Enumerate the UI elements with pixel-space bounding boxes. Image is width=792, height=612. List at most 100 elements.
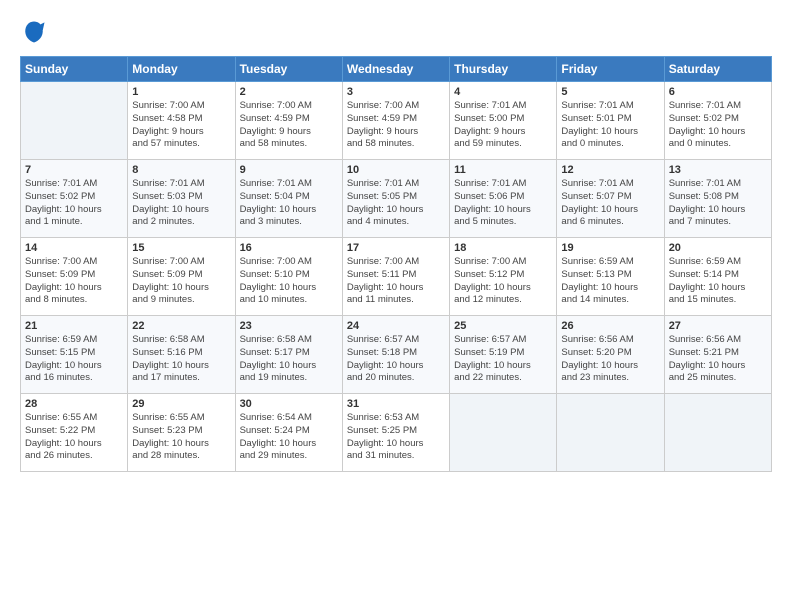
day-number: 31 <box>347 398 445 410</box>
day-number: 24 <box>347 320 445 332</box>
day-info-line: and 17 minutes. <box>132 372 230 385</box>
day-cell: 9Sunrise: 7:01 AMSunset: 5:04 PMDaylight… <box>235 160 342 238</box>
week-row-3: 14Sunrise: 7:00 AMSunset: 5:09 PMDayligh… <box>21 238 772 316</box>
day-info: Sunrise: 7:01 AMSunset: 5:02 PMDaylight:… <box>25 178 123 229</box>
day-info-line: Daylight: 10 hours <box>132 360 230 373</box>
day-cell: 31 Sunrise: 6:53 AMSunset: 5:25 PMDayligh… <box>342 394 449 472</box>
week-row-2: 7Sunrise: 7:01 AMSunset: 5:02 PMDaylight… <box>21 160 772 238</box>
day-number: 12 <box>561 164 659 176</box>
day-info: Sunrise: 6:55 AMSunset: 5:23 PMDaylight:… <box>132 412 230 463</box>
day-info-line: Sunset: 5:17 PM <box>240 347 338 360</box>
day-info-line: Sunset: 5:23 PM <box>132 425 230 438</box>
day-info: Sunrise: 7:00 AMSunset: 5:09 PMDaylight:… <box>132 256 230 307</box>
day-info-line: Sunrise: 7:00 AM <box>454 256 552 269</box>
day-info: Sunrise: 7:00 AMSunset: 4:59 PMDaylight:… <box>347 100 445 151</box>
day-info-line: Daylight: 10 hours <box>454 204 552 217</box>
day-cell: 11Sunrise: 7:01 AMSunset: 5:06 PMDayligh… <box>450 160 557 238</box>
day-cell: 26Sunrise: 6:56 AMSunset: 5:20 PMDayligh… <box>557 316 664 394</box>
logo <box>20 18 52 46</box>
day-info-line: Daylight: 10 hours <box>561 282 659 295</box>
day-number: 19 <box>561 242 659 254</box>
day-info-line: Sunset: 5:16 PM <box>132 347 230 360</box>
day-info-line: Daylight: 10 hours <box>240 360 338 373</box>
day-info-line: Sunrise: 6:59 AM <box>669 256 767 269</box>
day-cell: 12 Sunrise: 7:01 AMSunset: 5:07 PMDayligh… <box>557 160 664 238</box>
day-info-line: Sunrise: 6:55 AM <box>132 412 230 425</box>
day-info-line: and 20 minutes. <box>347 372 445 385</box>
day-info-line: and 3 minutes. <box>240 216 338 229</box>
day-info-line: Daylight: 10 hours <box>240 438 338 451</box>
day-info-line: Daylight: 9 hours <box>347 126 445 139</box>
day-info: Sunrise: 7:00 AMSunset: 4:58 PMDaylight:… <box>132 100 230 151</box>
day-info-line: and 7 minutes. <box>669 216 767 229</box>
day-info-line: Sunrise: 7:00 AM <box>347 100 445 113</box>
day-info-line: and 58 minutes. <box>240 138 338 151</box>
day-info-line: Daylight: 10 hours <box>561 126 659 139</box>
day-cell: 13Sunrise: 7:01 AMSunset: 5:08 PMDayligh… <box>664 160 771 238</box>
col-header-thursday: Thursday <box>450 57 557 82</box>
day-info-line: Sunrise: 7:01 AM <box>454 100 552 113</box>
day-info: Sunrise: 7:00 AMSunset: 5:12 PMDaylight:… <box>454 256 552 307</box>
day-info: Sunrise: 7:01 AMSunset: 5:08 PMDaylight:… <box>669 178 767 229</box>
day-info-line: Sunrise: 6:56 AM <box>669 334 767 347</box>
day-number: 17 <box>347 242 445 254</box>
day-info-line: and 15 minutes. <box>669 294 767 307</box>
day-info: Sunrise: 6:59 AMSunset: 5:15 PMDaylight:… <box>25 334 123 385</box>
day-cell <box>664 394 771 472</box>
day-info-line: Sunrise: 7:00 AM <box>25 256 123 269</box>
day-info-line: Sunrise: 7:01 AM <box>561 100 659 113</box>
day-info-line: Sunrise: 7:00 AM <box>240 100 338 113</box>
day-info-line: Sunrise: 7:01 AM <box>25 178 123 191</box>
day-info: Sunrise: 7:00 AMSunset: 4:59 PMDaylight:… <box>240 100 338 151</box>
day-info-line: and 1 minute. <box>25 216 123 229</box>
day-info-line: and 6 minutes. <box>561 216 659 229</box>
day-info-line: Daylight: 10 hours <box>25 438 123 451</box>
day-info-line: and 0 minutes. <box>669 138 767 151</box>
day-number: 8 <box>132 164 230 176</box>
day-info-line: Sunrise: 6:57 AM <box>347 334 445 347</box>
day-number: 2 <box>240 86 338 98</box>
page: SundayMondayTuesdayWednesdayThursdayFrid… <box>0 0 792 484</box>
day-cell: 30Sunrise: 6:54 AMSunset: 5:24 PMDayligh… <box>235 394 342 472</box>
day-info: Sunrise: 6:59 AMSunset: 5:14 PMDaylight:… <box>669 256 767 307</box>
day-info-line: Sunset: 4:58 PM <box>132 113 230 126</box>
day-cell: 1Sunrise: 7:00 AMSunset: 4:58 PMDaylight… <box>128 82 235 160</box>
day-info-line: Sunset: 5:09 PM <box>25 269 123 282</box>
day-number: 25 <box>454 320 552 332</box>
col-header-saturday: Saturday <box>664 57 771 82</box>
day-info-line: and 0 minutes. <box>561 138 659 151</box>
day-info-line: Sunrise: 6:58 AM <box>132 334 230 347</box>
day-info-line: and 9 minutes. <box>132 294 230 307</box>
day-info-line: Daylight: 10 hours <box>669 360 767 373</box>
day-info-line: Daylight: 10 hours <box>347 438 445 451</box>
day-info-line: Sunrise: 6:58 AM <box>240 334 338 347</box>
week-row-5: 28Sunrise: 6:55 AMSunset: 5:22 PMDayligh… <box>21 394 772 472</box>
day-info-line: Sunset: 5:13 PM <box>561 269 659 282</box>
day-info-line: Sunset: 5:01 PM <box>561 113 659 126</box>
day-info: Sunrise: 6:56 AMSunset: 5:21 PMDaylight:… <box>669 334 767 385</box>
day-info-line: Daylight: 10 hours <box>669 282 767 295</box>
day-info-line: Sunset: 5:04 PM <box>240 191 338 204</box>
day-cell: 22Sunrise: 6:58 AMSunset: 5:16 PMDayligh… <box>128 316 235 394</box>
day-info-line: Daylight: 10 hours <box>454 282 552 295</box>
day-number: 16 <box>240 242 338 254</box>
day-info-line: Sunrise: 7:00 AM <box>240 256 338 269</box>
day-info-line: and 23 minutes. <box>561 372 659 385</box>
day-cell: 5Sunrise: 7:01 AMSunset: 5:01 PMDaylight… <box>557 82 664 160</box>
day-cell <box>21 82 128 160</box>
day-number: 6 <box>669 86 767 98</box>
day-number: 3 <box>347 86 445 98</box>
day-info-line: Sunset: 5:07 PM <box>561 191 659 204</box>
day-info: Sunrise: 7:00 AMSunset: 5:10 PMDaylight:… <box>240 256 338 307</box>
day-info: Sunrise: 6:53 AMSunset: 5:25 PMDaylight:… <box>347 412 445 463</box>
day-cell: 15Sunrise: 7:00 AMSunset: 5:09 PMDayligh… <box>128 238 235 316</box>
day-info: Sunrise: 6:59 AMSunset: 5:13 PMDaylight:… <box>561 256 659 307</box>
day-cell: 25Sunrise: 6:57 AMSunset: 5:19 PMDayligh… <box>450 316 557 394</box>
day-number: 23 <box>240 320 338 332</box>
day-info-line: Sunrise: 7:00 AM <box>132 256 230 269</box>
day-info-line: and 58 minutes. <box>347 138 445 151</box>
day-info: Sunrise: 7:01 AMSunset: 5:02 PMDaylight:… <box>669 100 767 151</box>
col-header-monday: Monday <box>128 57 235 82</box>
day-info-line: Sunset: 5:10 PM <box>240 269 338 282</box>
day-info: Sunrise: 7:01 AMSunset: 5:07 PMDaylight:… <box>561 178 659 229</box>
